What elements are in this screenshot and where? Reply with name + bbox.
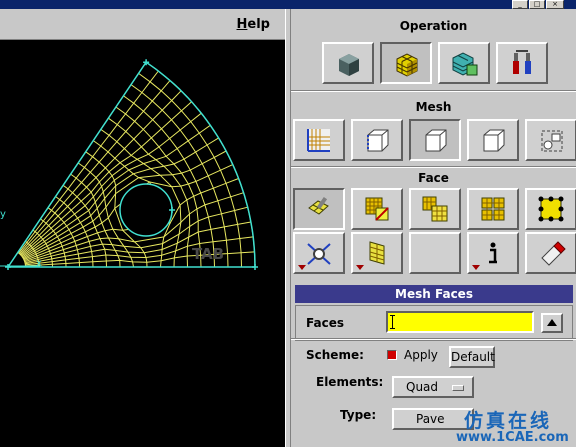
- dropdown-arrow-icon: [298, 265, 306, 270]
- merge-faces-button[interactable]: [467, 188, 519, 230]
- smooth-faces-icon: [307, 243, 331, 265]
- split-face-icon: [422, 196, 448, 222]
- modify-mesh-vertices-button[interactable]: [525, 188, 576, 230]
- info-icon: [489, 242, 497, 264]
- tools-button[interactable]: [496, 42, 548, 84]
- watermark-url: www.1CAE.com: [456, 430, 569, 445]
- split-face-button[interactable]: [409, 188, 461, 230]
- group-icon: [541, 130, 563, 152]
- faces-input[interactable]: [386, 311, 534, 333]
- tools-icon: [513, 50, 531, 74]
- blank-button[interactable]: [409, 232, 461, 274]
- type-option-menu[interactable]: Pave: [392, 408, 474, 430]
- elements-value: Quad: [406, 380, 439, 394]
- slanted-edge: [7, 61, 147, 268]
- boundary-layer-icon: [307, 129, 330, 152]
- mesh-faces-icon: [308, 196, 329, 215]
- vertex-marker: [252, 264, 258, 270]
- modify-mesh-vertices-icon: [538, 196, 564, 222]
- face-icon: [425, 129, 447, 152]
- graphics-viewport[interactable]: xy TAB: [0, 40, 285, 447]
- apply-checkbox[interactable]: [387, 350, 397, 360]
- check-face-mesh-icon: [369, 241, 385, 265]
- group-button[interactable]: [525, 119, 576, 161]
- boundary-layer-button[interactable]: [293, 119, 345, 161]
- window-title-bar: [0, 0, 576, 9]
- option-indicator-icon: [452, 385, 464, 391]
- minimize-icon[interactable]: _: [512, 0, 528, 9]
- mesh-faces-button[interactable]: [293, 188, 345, 230]
- x-axis-label: x: [36, 258, 42, 269]
- mesh-radial-line: [22, 124, 211, 258]
- summarize-button[interactable]: [467, 232, 519, 274]
- zones-button[interactable]: [438, 42, 490, 84]
- edge-icon: [367, 129, 389, 152]
- y-axis-label: y: [0, 209, 6, 220]
- merge-faces-icon: [481, 197, 505, 221]
- elements-option-menu[interactable]: Quad: [392, 376, 474, 398]
- smooth-faces-button[interactable]: [293, 232, 345, 274]
- default-button[interactable]: Default: [449, 346, 495, 368]
- volume-icon: [483, 129, 505, 152]
- apply-label: Apply: [404, 348, 438, 362]
- check-face-mesh-button[interactable]: [351, 232, 403, 274]
- mesh-button[interactable]: [380, 42, 432, 84]
- help-menu[interactable]: Help: [237, 17, 270, 32]
- separator: [291, 338, 576, 340]
- mesh-icon: [396, 53, 418, 77]
- separator: [291, 90, 576, 92]
- edge-button[interactable]: [351, 119, 403, 161]
- maximize-icon[interactable]: □: [529, 0, 545, 9]
- mesh-radial-line: [22, 137, 219, 259]
- mesh-title: Mesh: [415, 100, 452, 114]
- scheme-label: Scheme:: [306, 348, 364, 362]
- watermark-ghost-text: TAB: [192, 245, 225, 263]
- geometry-button[interactable]: [322, 42, 374, 84]
- close-icon[interactable]: ×: [546, 0, 564, 9]
- dropdown-arrow-icon: [472, 265, 480, 270]
- link-face-mesh-icon: [365, 197, 389, 221]
- form-title: Mesh Faces: [295, 285, 573, 303]
- blank-icon: [420, 238, 450, 268]
- mesh-drawing: xy: [0, 59, 258, 270]
- watermark-logo-text: 仿真在线: [464, 410, 553, 432]
- faces-list-button[interactable]: [541, 313, 563, 333]
- mesh-radial-line: [21, 112, 202, 257]
- delete-face-meshes-button[interactable]: [525, 232, 576, 274]
- geometry-icon: [339, 54, 359, 76]
- type-label: Type:: [340, 408, 377, 422]
- hole-edge: [119, 183, 173, 237]
- zones-icon: [452, 52, 478, 76]
- text-cursor: [390, 315, 395, 329]
- faces-label: Faces: [306, 316, 344, 330]
- type-value: Pave: [416, 412, 445, 426]
- eraser-icon: [541, 241, 566, 266]
- elements-label: Elements:: [316, 375, 384, 389]
- face-button[interactable]: [409, 119, 461, 161]
- volume-button[interactable]: [467, 119, 519, 161]
- link-face-mesh-button[interactable]: [351, 188, 403, 230]
- operation-title: Operation: [399, 19, 468, 33]
- dropdown-arrow-icon: [356, 265, 364, 270]
- face-title: Face: [418, 171, 449, 185]
- menu-bar: Help: [0, 9, 286, 40]
